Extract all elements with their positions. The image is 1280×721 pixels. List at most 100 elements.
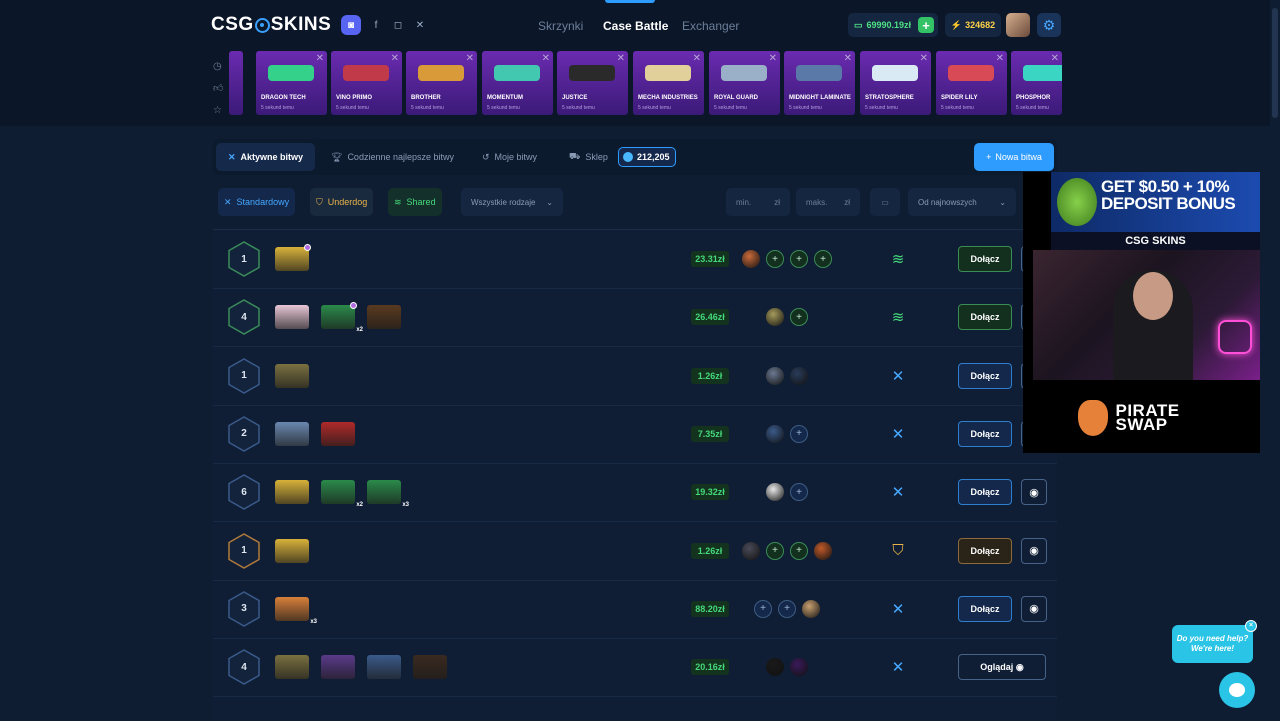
case-card[interactable]: ✕ STRATOSPHERE 5 sekund temu — [860, 51, 931, 115]
player-avatar[interactable] — [742, 541, 760, 560]
player-avatar[interactable] — [766, 308, 784, 327]
player-avatar[interactable] — [802, 599, 820, 618]
close-icon[interactable]: ✕ — [466, 53, 474, 64]
help-bubble[interactable]: Do you need help? We're here! × — [1172, 620, 1257, 663]
join-button[interactable]: Dołącz — [958, 246, 1012, 272]
join-button[interactable]: Dołącz — [958, 420, 1012, 447]
case-time: 5 sekund temu — [487, 105, 520, 111]
user-avatar[interactable] — [1006, 13, 1030, 37]
case-card[interactable]: ✕ BROTHER 5 sekund temu — [406, 51, 477, 115]
clock-icon[interactable]: ◷ — [213, 56, 225, 78]
points-display[interactable]: ⚡ 324682 — [945, 13, 1001, 37]
calendar-icon[interactable]: ▭ — [870, 188, 900, 216]
discord-icon[interactable]: ◙ — [341, 15, 361, 35]
max-price-input[interactable]: maks. zł — [796, 188, 860, 216]
case-card[interactable]: ✕ ROYAL GUARD 5 sekund temu — [709, 51, 780, 115]
balance-display[interactable]: ▭ 69990.19zł + — [848, 13, 938, 37]
join-button[interactable]: Dołącz — [958, 595, 1012, 622]
empty-slot-plus[interactable]: + — [790, 308, 808, 327]
star-icon[interactable]: ☆ — [213, 100, 225, 122]
close-icon[interactable]: ✕ — [693, 53, 701, 64]
player-avatar[interactable] — [766, 366, 784, 385]
coins-balance[interactable]: 212,205 — [618, 147, 676, 167]
sponsor-text: PIRATE SWAP — [1115, 401, 1180, 434]
case-card[interactable]: ✕ MIDNIGHT LAMINATE 5 sekund temu — [784, 51, 855, 115]
case-box-icon: x3 — [367, 480, 409, 508]
new-battle-button[interactable]: + Nowa bitwa — [974, 143, 1054, 171]
filter-standard[interactable]: ✕ Standardowy — [218, 188, 296, 216]
empty-slot-plus[interactable]: + — [766, 250, 784, 268]
tab-my-battles[interactable]: ↺ Moje bitwy — [470, 143, 549, 171]
instagram-icon[interactable]: ◻ — [388, 15, 408, 35]
join-button[interactable]: Dołącz — [958, 362, 1012, 389]
watch-button[interactable]: Oglądaj ◉ — [958, 654, 1046, 681]
case-card-partial — [229, 51, 243, 115]
case-card[interactable]: ✕ PHOSPHOR 5 sekund temu — [1011, 51, 1062, 115]
chat-launcher-button[interactable] — [1219, 672, 1255, 708]
nav-case-battle[interactable]: Case Battle — [603, 19, 668, 33]
close-icon[interactable]: ✕ — [391, 53, 399, 64]
empty-slot-plus[interactable]: + — [814, 250, 832, 268]
case-name: BROTHER — [411, 95, 441, 101]
player-avatar[interactable] — [766, 483, 784, 502]
sort-select[interactable]: Od najnowszych ⌄ — [908, 188, 1016, 216]
empty-slot-plus[interactable]: + — [754, 599, 772, 618]
tab-shop[interactable]: ⛟ Sklep — [557, 143, 620, 171]
type-select[interactable]: Wszystkie rodzaje ⌄ — [461, 188, 563, 216]
join-button[interactable]: Dołącz — [958, 537, 1012, 564]
close-icon[interactable]: ✕ — [1051, 53, 1059, 64]
empty-slot-plus[interactable]: + — [766, 541, 784, 560]
facebook-icon[interactable]: f — [366, 15, 386, 35]
join-button[interactable]: Dołącz — [958, 304, 1012, 331]
tab-daily-best[interactable]: 🏆︎ Codzienne najlepsze bitwy — [319, 143, 466, 171]
filter-underdog[interactable]: ⛉ Underdog — [310, 188, 374, 216]
case-card[interactable]: ✕ VINO PRIMO 5 sekund temu — [331, 51, 402, 115]
close-icon[interactable]: ✕ — [996, 53, 1004, 64]
eye-icon[interactable]: ◉ — [1021, 595, 1047, 622]
tab-active-battles[interactable]: ✕ Aktywne bitwy — [216, 143, 316, 171]
empty-slot-plus[interactable]: + — [790, 250, 808, 268]
empty-slot-plus[interactable]: + — [790, 541, 808, 560]
join-button[interactable]: Dołącz — [958, 479, 1012, 506]
close-icon[interactable]: ✕ — [844, 53, 852, 64]
logo-icon — [254, 17, 270, 33]
deposit-plus-button[interactable]: + — [918, 17, 934, 33]
nav-skrzynki[interactable]: Skrzynki — [538, 19, 583, 33]
close-icon[interactable]: ✕ — [617, 53, 625, 64]
nav-exchanger[interactable]: Exchanger — [682, 19, 739, 33]
close-icon[interactable]: ✕ — [316, 53, 324, 64]
site-logo[interactable]: CSG SKINS — [211, 14, 331, 36]
settings-gear-icon[interactable]: ⚙ — [1037, 13, 1061, 37]
case-card[interactable]: ✕ MOMENTUM 5 sekund temu — [482, 51, 553, 115]
min-price-input[interactable]: min. zł — [726, 188, 790, 216]
close-icon[interactable]: × — [1245, 620, 1257, 632]
player-avatar[interactable] — [766, 424, 784, 443]
eye-icon[interactable]: ◉ — [1021, 479, 1047, 506]
scrollbar[interactable] — [1270, 0, 1280, 720]
empty-slot-plus[interactable]: + — [790, 424, 808, 443]
close-icon[interactable]: ✕ — [769, 53, 777, 64]
player-avatar[interactable] — [814, 541, 832, 560]
player-avatar[interactable] — [790, 366, 808, 385]
case-card[interactable]: ✕ SPIDER LILY 5 sekund temu — [936, 51, 1007, 115]
x-icon[interactable]: ✕ — [410, 15, 430, 35]
case-card[interactable]: ✕ DRAGON TECH 5 sekund temu — [256, 51, 327, 115]
filter-shared[interactable]: ≋ Shared — [388, 188, 442, 216]
scrollbar-thumb[interactable] — [1272, 8, 1278, 118]
weapon-icon — [1023, 65, 1062, 81]
swords-icon: ✕ — [224, 196, 232, 207]
case-card[interactable]: ✕ JUSTICE 5 sekund temu — [557, 51, 628, 115]
player-avatar[interactable] — [742, 250, 760, 268]
eye-icon[interactable]: ◉ — [1021, 537, 1047, 564]
close-icon[interactable]: ✕ — [920, 53, 928, 64]
thumbs-up-icon[interactable]: 👍︎ — [213, 78, 225, 100]
overlay-brand: CSG SKINS — [1051, 232, 1260, 250]
empty-slot-plus[interactable]: + — [778, 599, 796, 618]
player-avatar[interactable] — [790, 658, 808, 677]
close-icon[interactable]: ✕ — [542, 53, 550, 64]
empty-slot-plus[interactable]: + — [790, 483, 808, 502]
case-box-icon: x2 — [321, 302, 363, 333]
case-card[interactable]: ✕ MECHA INDUSTRIES 5 sekund temu — [633, 51, 704, 115]
player-avatar[interactable] — [766, 658, 784, 677]
battle-row: 11.26zł✕Dołącz◉ — [213, 347, 1057, 406]
